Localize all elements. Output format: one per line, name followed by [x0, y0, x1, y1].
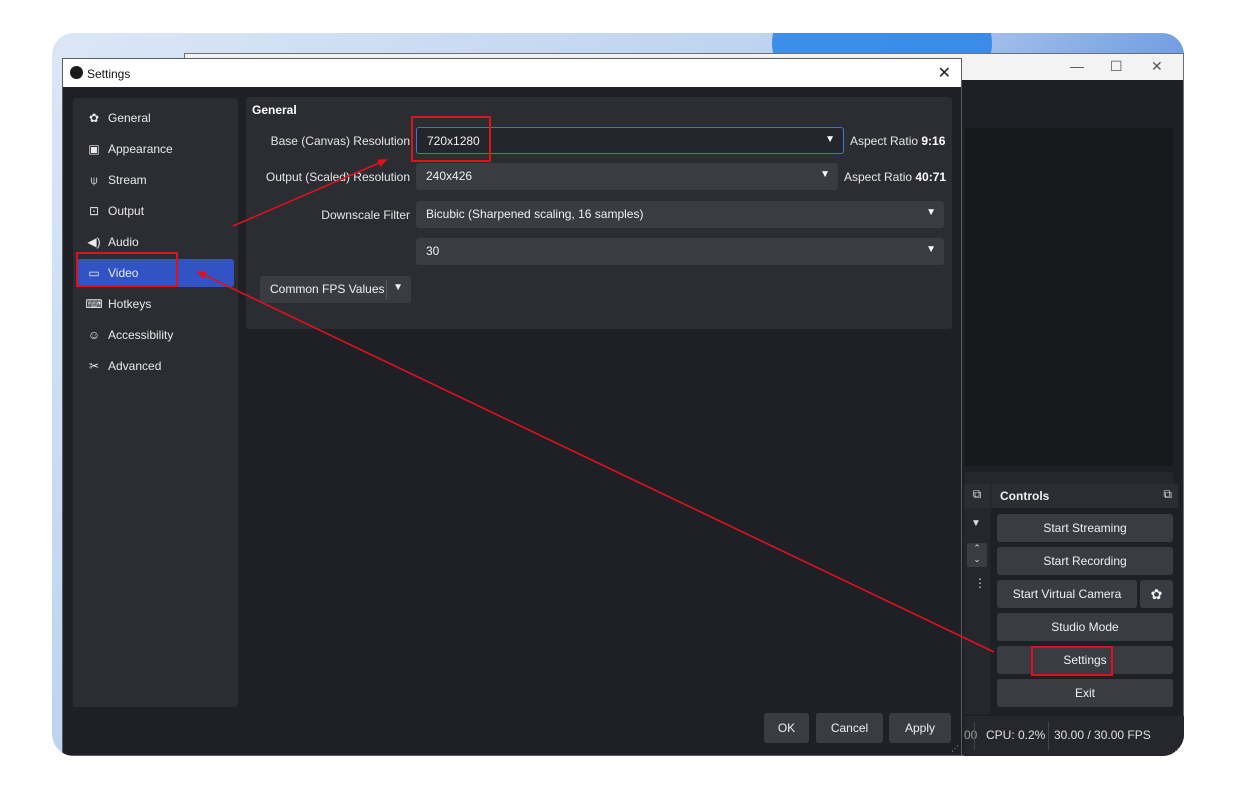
arrow-video-to-resolution: [232, 159, 388, 227]
annotation-arrows: [196, 159, 995, 653]
arrow-settings-to-video: [196, 271, 995, 653]
